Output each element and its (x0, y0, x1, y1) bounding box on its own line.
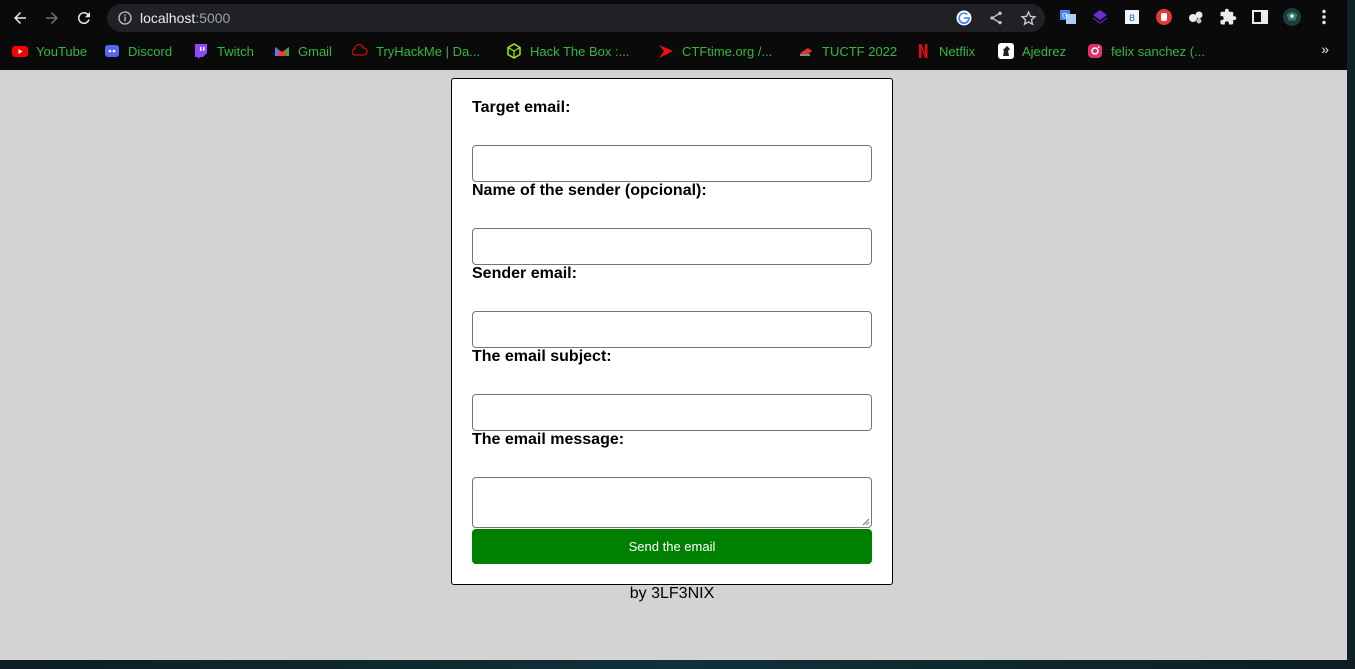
bitwarden-extension-icon[interactable]: B (1123, 8, 1141, 26)
target-email-input[interactable] (472, 145, 872, 182)
bookmark-discord[interactable]: Discord (104, 41, 172, 61)
bookmark-tuctf[interactable]: TUCTF 2022 (798, 41, 897, 61)
message-label: The email message: (472, 431, 625, 448)
footer-credit: by 3LF3NIX (629, 585, 715, 602)
sender-email-label: Sender email: (472, 265, 577, 282)
arrow-left-icon (14, 12, 26, 24)
url-port: :5000 (195, 10, 231, 26)
hand-extension-icon[interactable] (1155, 8, 1173, 26)
hackthebox-icon (506, 43, 522, 59)
message-textarea[interactable] (472, 477, 872, 528)
share-icon[interactable] (987, 9, 1005, 27)
discord-icon (104, 43, 120, 59)
reload-icon (77, 12, 90, 25)
bookmark-hackthebox[interactable]: Hack The Box :... (506, 41, 629, 61)
kebab-menu-icon[interactable] (1315, 8, 1333, 26)
netflix-icon (915, 43, 931, 59)
url-host: localhost (140, 10, 196, 26)
puzzle-icon[interactable] (1219, 8, 1237, 26)
sender-name-input[interactable] (472, 228, 872, 265)
instagram-icon (1087, 43, 1103, 59)
forward-button[interactable] (40, 6, 64, 30)
bookmark-label: Hack The Box :... (530, 43, 630, 59)
sender-name-label: Name of the sender (opcional): (472, 182, 707, 199)
address-bar[interactable]: localhost:5000 (107, 4, 1045, 32)
subject-input[interactable] (472, 394, 872, 431)
bookmark-netflix[interactable]: Netflix (915, 41, 975, 61)
send-email-button[interactable]: Send the email (472, 529, 872, 564)
twitch-icon (193, 43, 209, 59)
bookmark-ajedrez[interactable]: Ajedrez (998, 41, 1066, 61)
bookmark-label: YouTube (36, 43, 88, 59)
google-icon[interactable] (955, 9, 973, 27)
star-icon[interactable] (1019, 9, 1037, 27)
sender-email-input[interactable] (472, 311, 872, 348)
arrow-right-icon (46, 12, 58, 24)
profile-avatar-icon[interactable] (1283, 8, 1301, 26)
bookmark-label: felix sanchez (... (1111, 43, 1205, 59)
url-text[interactable]: localhost:5000 (140, 10, 230, 26)
browser-window: localhost:5000 G B YouTube Discord Twitc… (0, 0, 1347, 660)
tryhackme-icon (352, 43, 368, 59)
bookmark-label: Gmail (298, 43, 332, 59)
bookmark-label: CTFtime.org /... (682, 43, 773, 59)
bookmark-gmail[interactable]: Gmail (274, 41, 332, 61)
bookmark-label: Twitch (217, 43, 254, 59)
bookmarks-bar: YouTube Discord Twitch Gmail TryHackMe |… (0, 38, 1347, 64)
bookmark-label: TUCTF 2022 (822, 43, 898, 59)
bookmark-tryhackme[interactable]: TryHackMe | Da... (352, 41, 480, 61)
bookmarks-overflow-button[interactable]: » (1321, 41, 1329, 57)
youtube-icon (12, 43, 28, 59)
tuctf-icon (798, 43, 814, 59)
bookmark-label: Discord (128, 43, 173, 59)
browser-toolbar: localhost:5000 G B (0, 0, 1347, 36)
svg-text:B: B (1129, 14, 1135, 24)
bookmark-ctftime[interactable]: CTFtime.org /... (658, 41, 772, 61)
back-button[interactable] (8, 6, 32, 30)
side-panel-icon[interactable] (1251, 8, 1269, 26)
bookmark-label: Ajedrez (1022, 43, 1067, 59)
translate-extension-icon[interactable]: G (1059, 8, 1077, 26)
bookmark-twitch[interactable]: Twitch (193, 41, 254, 61)
resize-grip-icon[interactable] (862, 518, 870, 526)
ctftime-icon (658, 43, 674, 59)
target-email-label: Target email: (472, 99, 571, 116)
info-icon[interactable] (117, 10, 133, 26)
bookmark-label: Netflix (939, 43, 976, 59)
layers-extension-icon[interactable] (1091, 8, 1109, 26)
chess-icon (998, 43, 1014, 59)
bookmark-instagram[interactable]: felix sanchez (... (1087, 41, 1205, 61)
desktop-edge-bottom (0, 660, 1355, 669)
cookie-extension-icon[interactable] (1187, 8, 1205, 26)
bookmark-label: TryHackMe | Da... (376, 43, 481, 59)
gmail-icon (274, 43, 290, 59)
bookmark-youtube[interactable]: YouTube (12, 41, 87, 61)
reload-button[interactable] (72, 6, 96, 30)
desktop-edge (1347, 0, 1355, 669)
subject-label: The email subject: (472, 348, 612, 365)
email-form: Target email: Name of the sender (opcion… (451, 78, 893, 585)
svg-text:G: G (1062, 12, 1067, 20)
